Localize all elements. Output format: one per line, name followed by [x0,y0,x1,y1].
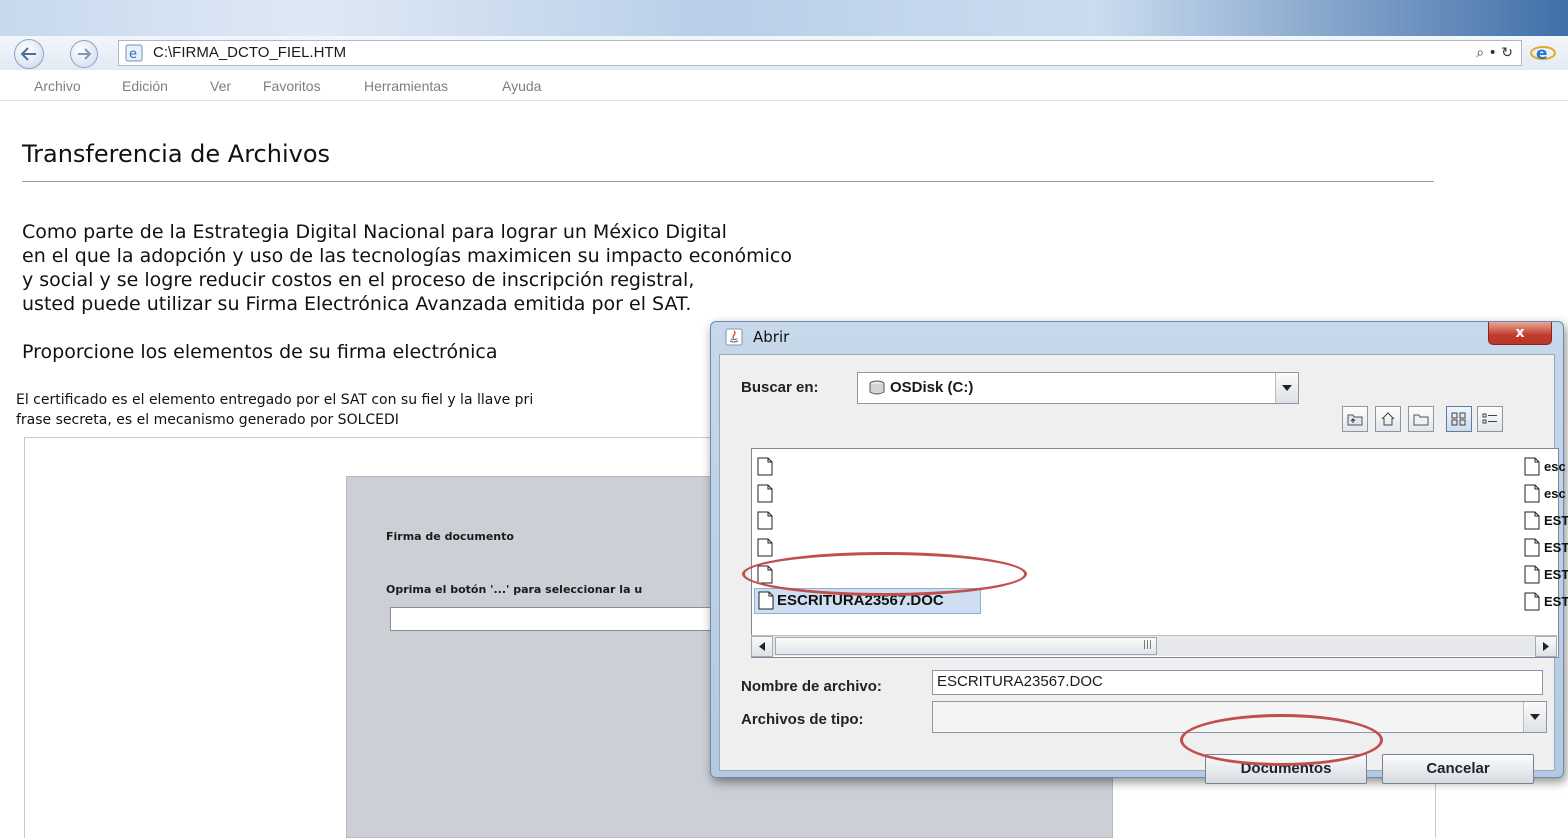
intro-line: usted puede utilizar su Firma Electrónic… [22,293,692,315]
intro-line: en el que la adopción y uso de las tecno… [22,245,793,267]
back-arrow-icon [21,47,36,61]
chevron-left-icon [759,642,765,651]
open-button[interactable]: Documentos [1205,754,1367,784]
chevron-down-icon [1530,714,1540,720]
scroll-left-button[interactable] [751,636,773,657]
scroll-right-button[interactable] [1535,636,1557,657]
menu-ayuda[interactable]: Ayuda [502,78,541,94]
file-list[interactable]: ESCRITURA23567.DOC esc esc EST EST EST E… [751,448,1568,658]
java-icon [725,328,743,346]
menu-favoritos[interactable]: Favoritos [263,78,321,94]
svg-text:e: e [1536,44,1548,64]
certificate-text: El certificado es el elemento entregado … [16,390,533,430]
menu-archivo[interactable]: Archivo [34,78,81,94]
details-view-button[interactable] [1477,406,1503,432]
file-icon [1524,538,1540,557]
intro-line: y social y se logre reducir costos en el… [22,269,695,291]
cert-line: El certificado es el elemento entregado … [16,392,534,408]
file-icon [758,591,774,610]
file-icon [757,457,773,476]
applet-instruction: Oprima el botón '...' para seleccionar l… [386,583,643,596]
svg-text:e: e [129,47,137,62]
applet-title: Firma de documento [386,530,514,543]
file-name[interactable]: EST [1544,540,1568,555]
home-button[interactable] [1375,406,1401,432]
forward-arrow-icon [78,48,91,60]
file-icon [1524,592,1540,611]
dialog-title: Abrir [753,328,790,346]
up-folder-icon [1347,414,1363,426]
look-in-value: OSDisk (C:) [890,379,974,396]
intro-paragraph: Como parte de la Estrategia Digital Naci… [22,220,792,316]
ie-logo-icon: e [1530,44,1556,64]
file-icon [1524,484,1540,503]
forward-button[interactable] [70,40,98,68]
home-icon [1381,412,1395,426]
file-icon [757,511,773,530]
filetype-dropdown[interactable] [1523,702,1546,732]
address-bar[interactable]: e C:\FIRMA_DCTO_FIEL.HTM ⌕ • ↻ [118,40,1522,66]
file-icon [757,484,773,503]
new-folder-button[interactable] [1408,406,1434,432]
look-in-combo[interactable]: OSDisk (C:) [857,372,1299,404]
menu-herramientas[interactable]: Herramientas [364,78,448,94]
page-title: Transferencia de Archivos [22,140,331,168]
filetype-label: Archivos de tipo: [741,711,864,728]
open-file-dialog: Abrir x Buscar en: OSDisk (C:) ESCRITURA… [710,321,1568,784]
file-icon [757,538,773,557]
file-name[interactable]: EST [1544,594,1568,609]
look-in-dropdown[interactable] [1275,373,1298,403]
chevron-right-icon [1543,642,1549,651]
file-name[interactable]: EST [1544,567,1568,582]
drive-icon [869,380,885,395]
new-folder-icon [1413,414,1429,426]
cert-line: frase secreta, es el mecanismo generado … [16,412,399,428]
url-text: C:\FIRMA_DCTO_FIEL.HTM [153,44,347,61]
filetype-combo[interactable] [932,701,1547,733]
address-row: e C:\FIRMA_DCTO_FIEL.HTM ⌕ • ↻ e [0,36,1568,71]
menu-edicion[interactable]: Edición [122,78,168,94]
window-title-bar [0,0,1568,36]
file-name[interactable]: esc [1544,459,1566,474]
scroll-thumb[interactable] [775,637,1157,655]
list-view-icon [1451,412,1466,426]
scroll-grip-icon: ||| [1143,640,1153,650]
filename-label: Nombre de archivo: [741,678,882,695]
page-icon: e [125,44,143,62]
menu-bar: Archivo Edición Ver Favoritos Herramient… [0,70,1568,101]
title-divider [22,181,1434,182]
horizontal-scrollbar[interactable]: ||| [751,635,1557,657]
menu-ver[interactable]: Ver [210,78,231,94]
file-path-input[interactable] [390,607,752,631]
dialog-body: Buscar en: OSDisk (C:) ESCRITURA23567.DO… [719,354,1568,784]
file-name[interactable]: esc [1544,486,1566,501]
file-icon [1524,457,1540,476]
list-view-button[interactable] [1446,406,1472,432]
look-in-label: Buscar en: [741,379,819,396]
back-button[interactable] [14,39,44,69]
up-folder-button[interactable] [1342,406,1368,432]
selected-file-row[interactable]: ESCRITURA23567.DOC [754,588,981,614]
filename-input[interactable]: ESCRITURA23567.DOC [932,670,1543,695]
file-icon [1524,565,1540,584]
file-icon [1524,511,1540,530]
file-name[interactable]: ESCRITURA23567.DOC [777,592,944,609]
intro-line: Como parte de la Estrategia Digital Naci… [22,221,727,243]
details-view-icon [1482,413,1497,424]
chevron-down-icon [1282,385,1292,391]
file-name[interactable]: EST [1544,513,1568,528]
signature-subheading: Proporcione los elementos de su firma el… [22,341,498,363]
close-button[interactable]: x [1488,322,1552,345]
address-tools[interactable]: ⌕ • ↻ [1476,41,1513,65]
file-icon [757,565,773,584]
cancel-button[interactable]: Cancelar [1382,754,1534,784]
